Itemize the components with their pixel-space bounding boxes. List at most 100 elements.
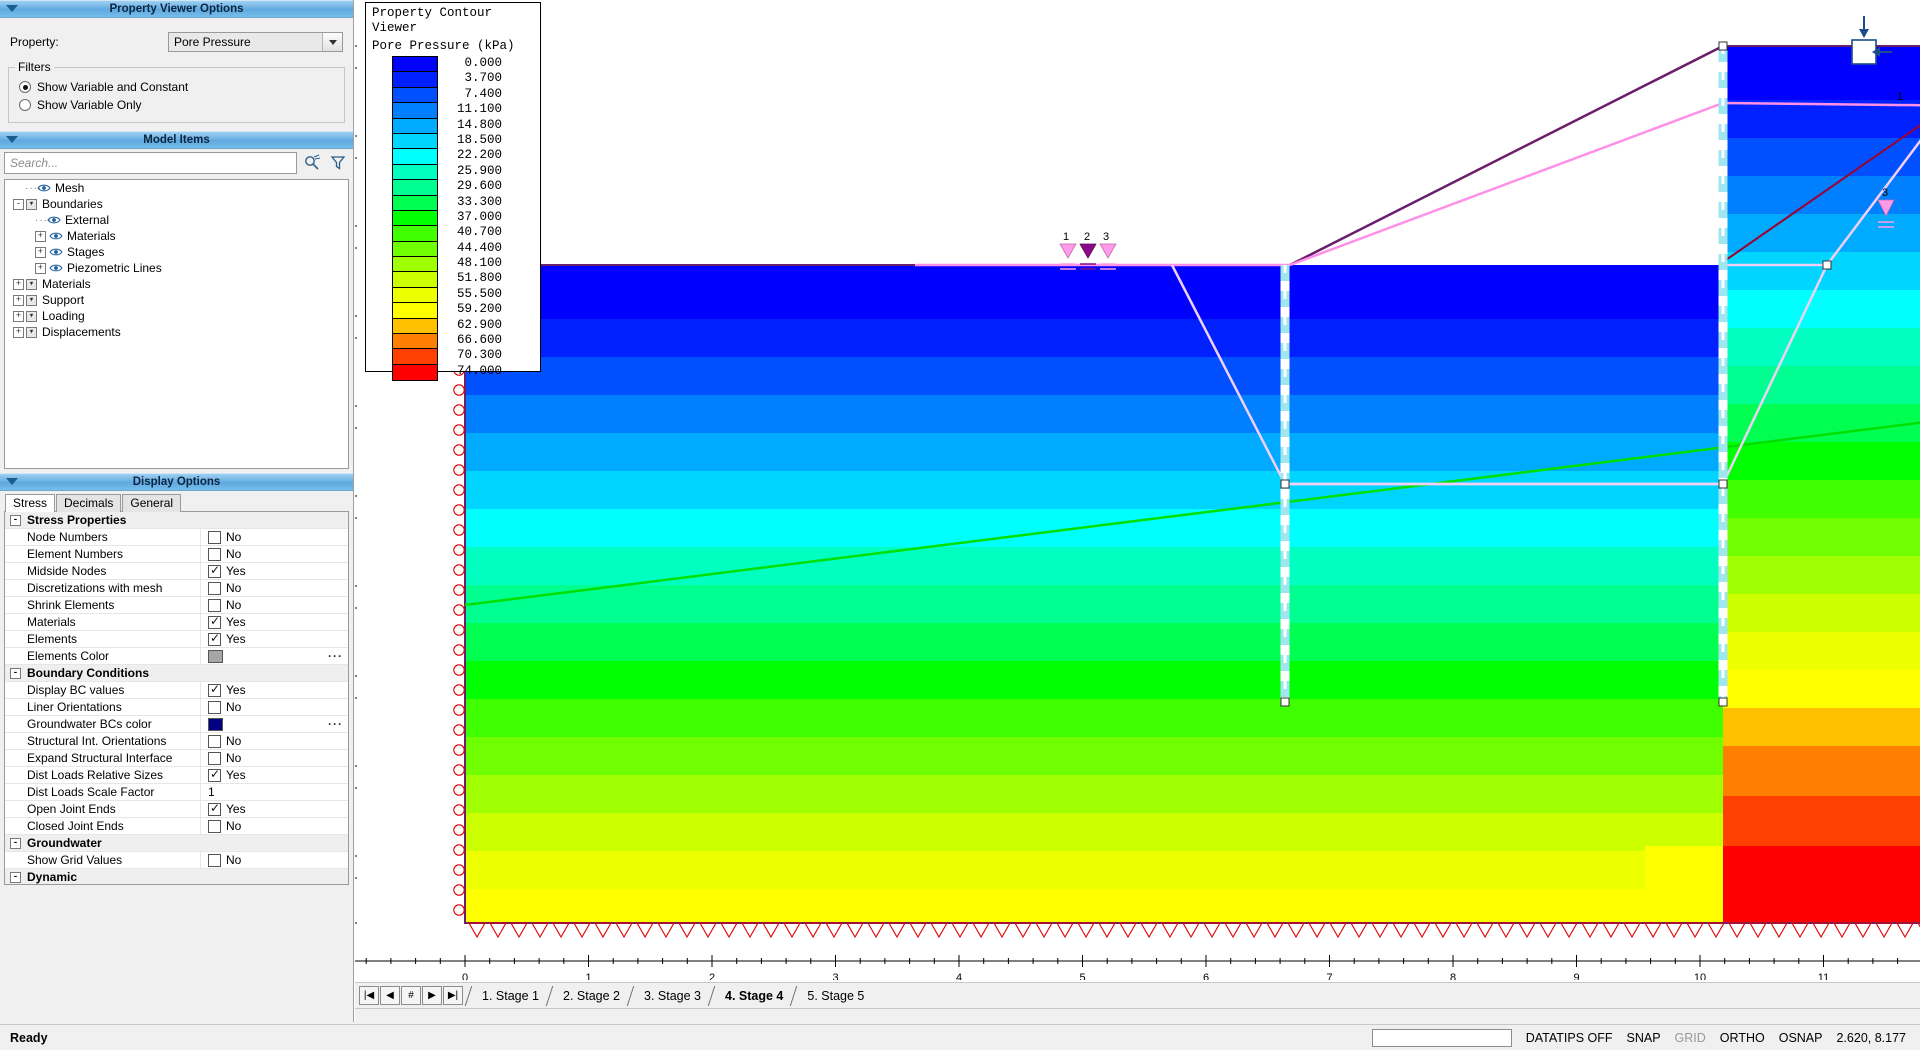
stage-nav-last-button[interactable]: ▶| (443, 986, 463, 1005)
filter-icon[interactable] (327, 152, 349, 174)
status-input-field[interactable] (1372, 1029, 1512, 1047)
chevron-down-icon[interactable]: ▾ (26, 311, 37, 322)
options-row-dist-loads-relative-sizes[interactable]: Dist Loads Relative SizesYes (5, 767, 348, 784)
radio-icon-selected[interactable] (19, 81, 31, 93)
chevron-down-icon[interactable]: ▾ (26, 279, 37, 290)
tree-toggle-icon[interactable]: + (13, 295, 24, 306)
tree-toggle-icon[interactable]: + (13, 311, 24, 322)
checkbox[interactable] (208, 854, 221, 867)
checkbox[interactable] (208, 633, 221, 646)
checkbox[interactable] (208, 701, 221, 714)
stage-nav-prev-button[interactable]: ◀ (380, 986, 400, 1005)
options-row-shrink-elements[interactable]: Shrink ElementsNo (5, 597, 348, 614)
tree-toggle-icon[interactable]: + (35, 231, 46, 242)
tree-toggle-icon[interactable]: + (35, 247, 46, 258)
options-group-groundwater[interactable]: -Groundwater (5, 835, 348, 852)
options-row-discretizations-with-mesh[interactable]: Discretizations with meshNo (5, 580, 348, 597)
eye-icon[interactable] (48, 263, 64, 273)
collapse-toggle-icon[interactable]: - (10, 668, 21, 679)
tree-item-external[interactable]: ····External (5, 212, 348, 228)
tree-toggle-icon[interactable]: + (13, 327, 24, 338)
checkbox[interactable] (208, 616, 221, 629)
eye-icon[interactable] (48, 231, 64, 241)
radio-show-variable-only[interactable]: Show Variable Only (19, 98, 338, 112)
display-options-grid[interactable]: -Stress PropertiesNode NumbersNoElement … (4, 511, 349, 885)
tab-general[interactable]: General (122, 494, 181, 512)
options-row-structural-int-orientations[interactable]: Structural Int. OrientationsNo (5, 733, 348, 750)
status-datatips[interactable]: DATATIPS OFF (1526, 1031, 1613, 1045)
stage-tab-1-stage-1[interactable]: 1. Stage 1 (468, 986, 549, 1006)
options-row-liner-orientations[interactable]: Liner OrientationsNo (5, 699, 348, 716)
viewport-splitter[interactable] (355, 1008, 1920, 1024)
property-select[interactable]: Pore Pressure (168, 32, 343, 52)
options-row-open-joint-ends[interactable]: Open Joint EndsYes (5, 801, 348, 818)
chevron-down-icon[interactable]: ▾ (26, 327, 37, 338)
contour-plot[interactable]: 1 2 3 1 1 (355, 0, 1920, 980)
stage-tab-5-stage-5[interactable]: 5. Stage 5 (793, 986, 874, 1006)
checkbox[interactable] (208, 684, 221, 697)
checkbox[interactable] (208, 735, 221, 748)
tab-stress[interactable]: Stress (5, 494, 55, 512)
view-orientation-widget[interactable] (1834, 14, 1894, 74)
tree-item-materials[interactable]: +Materials (5, 228, 348, 244)
stage-tab-2-stage-2[interactable]: 2. Stage 2 (549, 986, 630, 1006)
checkbox[interactable] (208, 820, 221, 833)
contour-legend[interactable]: Property Contour Viewer Pore Pressure (k… (365, 2, 541, 372)
tree-item-loading[interactable]: +▾Loading (5, 308, 348, 324)
model-items-tree[interactable]: ····Mesh-▾Boundaries····External+Materia… (4, 179, 349, 469)
collapse-toggle-icon[interactable]: - (10, 872, 21, 883)
tree-toggle-icon[interactable]: + (13, 279, 24, 290)
property-viewer-options-header[interactable]: Property Viewer Options (0, 0, 353, 18)
options-row-node-numbers[interactable]: Node NumbersNo (5, 529, 348, 546)
radio-show-variable-and-constant[interactable]: Show Variable and Constant (19, 80, 338, 94)
tree-item-support[interactable]: +▾Support (5, 292, 348, 308)
checkbox[interactable] (208, 531, 221, 544)
options-row-element-numbers[interactable]: Element NumbersNo (5, 546, 348, 563)
checkbox[interactable] (208, 752, 221, 765)
options-row-elements[interactable]: ElementsYes (5, 631, 348, 648)
options-row-closed-joint-ends[interactable]: Closed Joint EndsNo (5, 818, 348, 835)
tree-item-materials[interactable]: +▾Materials (5, 276, 348, 292)
options-row-elements-color[interactable]: Elements Color··· (5, 648, 348, 665)
eye-icon[interactable] (36, 183, 52, 193)
checkbox[interactable] (208, 599, 221, 612)
checkbox[interactable] (208, 565, 221, 578)
checkbox[interactable] (208, 582, 221, 595)
tree-item-displacements[interactable]: +▾Displacements (5, 324, 348, 340)
chevron-down-icon[interactable] (6, 478, 18, 485)
model-viewport[interactable]: 1 2 3 1 1 (355, 0, 1920, 980)
eye-icon[interactable] (46, 215, 62, 225)
stage-nav-number-button[interactable]: # (401, 986, 421, 1005)
options-row-show-grid-values[interactable]: Show Grid ValuesNo (5, 852, 348, 869)
collapse-toggle-icon[interactable]: - (10, 838, 21, 849)
tree-toggle-icon[interactable]: - (13, 199, 24, 210)
options-group-dynamic[interactable]: -Dynamic (5, 869, 348, 885)
stage-nav-next-button[interactable]: ▶ (422, 986, 442, 1005)
options-row-materials[interactable]: MaterialsYes (5, 614, 348, 631)
checkbox[interactable] (208, 548, 221, 561)
color-swatch[interactable] (208, 650, 223, 663)
status-grid[interactable]: GRID (1675, 1031, 1706, 1045)
more-options-icon[interactable]: ··· (328, 717, 343, 731)
options-row-dist-loads-scale-factor[interactable]: Dist Loads Scale Factor1 (5, 784, 348, 801)
color-swatch[interactable] (208, 718, 223, 731)
chevron-down-icon[interactable] (6, 5, 18, 12)
radio-icon[interactable] (19, 99, 31, 111)
options-group-stress-properties[interactable]: -Stress Properties (5, 512, 348, 529)
collapse-toggle-icon[interactable]: - (10, 515, 21, 526)
stage-nav-first-button[interactable]: |◀ (359, 986, 379, 1005)
search-icon[interactable] (301, 152, 323, 174)
search-input[interactable]: Search... (4, 152, 297, 174)
stage-tab-4-stage-4[interactable]: 4. Stage 4 (711, 986, 793, 1006)
chevron-down-icon[interactable]: ▾ (26, 295, 37, 306)
display-options-tabs[interactable]: StressDecimalsGeneral (0, 493, 353, 511)
options-group-boundary-conditions[interactable]: -Boundary Conditions (5, 665, 348, 682)
options-row-display-bc-values[interactable]: Display BC valuesYes (5, 682, 348, 699)
checkbox[interactable] (208, 769, 221, 782)
stage-tab-bar[interactable]: |◀◀#▶▶| 1. Stage 12. Stage 23. Stage 34.… (355, 982, 1920, 1008)
options-row-expand-structural-interface[interactable]: Expand Structural InterfaceNo (5, 750, 348, 767)
options-row-midside-nodes[interactable]: Midside NodesYes (5, 563, 348, 580)
eye-icon[interactable] (48, 247, 64, 257)
status-osnap[interactable]: OSNAP (1779, 1031, 1823, 1045)
tree-item-boundaries[interactable]: -▾Boundaries (5, 196, 348, 212)
